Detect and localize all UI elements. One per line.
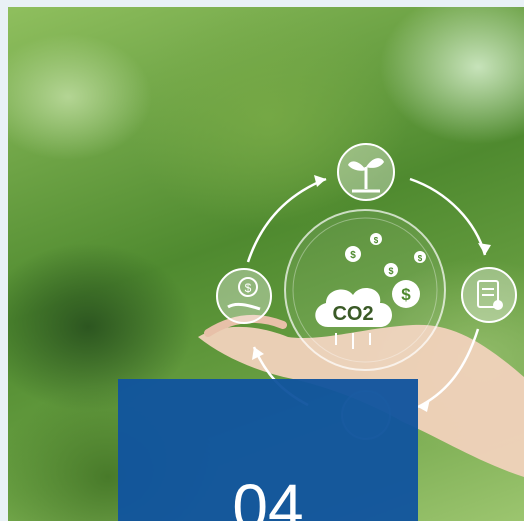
svg-text:$: $ xyxy=(388,266,393,276)
svg-text:$: $ xyxy=(245,281,252,295)
card-number: 04 xyxy=(232,471,304,521)
co2-label: CO2 xyxy=(332,303,373,325)
svg-text:$: $ xyxy=(418,254,423,263)
plant-icon xyxy=(337,143,395,201)
image-card[interactable]: $ CO2 $ $ $ $ $ 04 xyxy=(8,7,524,521)
document-icon xyxy=(461,267,517,323)
number-overlay-panel: 04 xyxy=(118,379,418,521)
svg-text:$: $ xyxy=(374,236,379,245)
svg-text:$: $ xyxy=(401,285,411,304)
svg-text:$: $ xyxy=(350,250,356,261)
money-hand-icon: $ xyxy=(216,268,272,324)
